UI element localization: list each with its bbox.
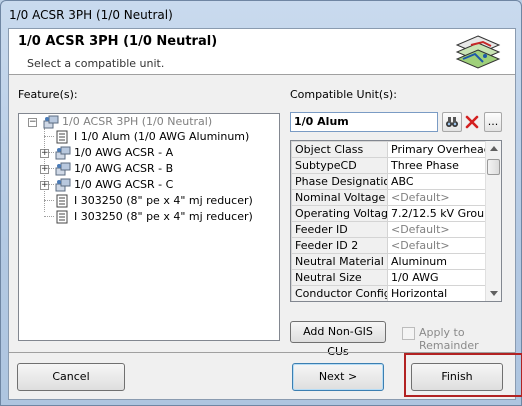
tree-item-label: I 1/0 Alum (1/0 AWG Aluminum): [74, 130, 250, 143]
tree-item-label: I 303250 (8" pe x 4" mj reducer): [74, 194, 253, 207]
properties-grid[interactable]: Object ClassPrimary Overhead E SubtypeCD…: [290, 140, 502, 302]
tree-item[interactable]: + 1/0 AWG ACSR - B: [19, 161, 279, 177]
unit-icon: [56, 130, 68, 144]
properties-scrollbar[interactable]: [485, 141, 501, 301]
finish-highlight-box: [404, 353, 522, 397]
table-row[interactable]: Nominal Voltage <Default>: [291, 189, 487, 206]
property-value[interactable]: <Default>: [387, 237, 487, 254]
table-row[interactable]: Feeder ID <Default>: [291, 221, 487, 238]
next-button[interactable]: Next >: [292, 363, 384, 391]
window-title: 1/0 ACSR 3PH (1/0 Neutral): [9, 8, 173, 22]
tree-item-label: I 303250 (8" pe x 4" mj reducer): [74, 210, 253, 223]
property-name: Phase Designation: [291, 173, 388, 190]
table-row[interactable]: SubtypeCD Three Phase: [291, 157, 487, 174]
tree-item[interactable]: I 1/0 Alum (1/0 AWG Aluminum): [19, 129, 279, 145]
property-value[interactable]: ABC: [387, 173, 487, 190]
property-value[interactable]: Primary Overhead E: [387, 141, 487, 158]
property-name: Nominal Voltage: [291, 189, 388, 206]
tree-item[interactable]: + 1/0 AWG ACSR - C: [19, 177, 279, 193]
apply-to-remainder-checkbox[interactable]: [402, 327, 415, 340]
property-value[interactable]: Aluminum: [387, 253, 487, 270]
property-name: Neutral Size: [291, 269, 388, 286]
property-name: Object Class: [291, 141, 388, 158]
tree-root-label: 1/0 ACSR 3PH (1/0 Neutral): [62, 115, 213, 128]
more-options-button[interactable]: ...: [484, 112, 502, 132]
dialog-client: 1/0 ACSR 3PH (1/0 Neutral) Select a comp…: [8, 28, 522, 400]
network-feature-icon: [55, 146, 71, 160]
tree-item-label: 1/0 AWG ACSR - B: [74, 162, 174, 175]
table-row[interactable]: Phase Designation ABC: [291, 173, 487, 190]
add-non-gis-cus-button[interactable]: Add Non-GIS CUs: [290, 321, 386, 358]
scroll-up-icon[interactable]: [490, 146, 498, 151]
table-row[interactable]: Object ClassPrimary Overhead E: [291, 141, 487, 158]
property-name: Neutral Material: [291, 253, 388, 270]
tree-item-label: 1/0 AWG ACSR - C: [74, 178, 174, 191]
clear-unit-button[interactable]: [462, 112, 482, 132]
compatible-unit-field[interactable]: 1/0 Alum: [290, 112, 438, 132]
table-row[interactable]: Feeder ID 2 <Default>: [291, 237, 487, 254]
feature-tree[interactable]: − 1/0 ACSR 3PH (1/0 Neutral) I 1/0 Alum …: [18, 113, 280, 341]
property-name: Operating Voltage: [291, 205, 388, 222]
layers-map-icon: [455, 35, 501, 69]
apply-to-remainder-label: Apply to Remainder: [419, 326, 479, 352]
unit-icon: [56, 210, 68, 224]
table-row[interactable]: Neutral Material Aluminum: [291, 253, 487, 270]
property-name: SubtypeCD: [291, 157, 388, 174]
scroll-thumb[interactable]: [487, 159, 500, 175]
tree-item-label: 1/0 AWG ACSR - A: [74, 146, 174, 159]
header-title: 1/0 ACSR 3PH (1/0 Neutral): [18, 34, 218, 49]
property-name: Feeder ID: [291, 221, 388, 238]
table-row[interactable]: Conductor ConfigurHorizontal: [291, 285, 487, 301]
wizard-header: 1/0 ACSR 3PH (1/0 Neutral) Select a comp…: [9, 29, 515, 75]
delete-x-icon: [465, 115, 479, 129]
network-feature-icon: [55, 162, 71, 176]
property-value[interactable]: 1/0 AWG: [387, 269, 487, 286]
table-row[interactable]: Operating Voltage7.2/12.5 kV Ground: [291, 205, 487, 222]
network-feature-icon: [55, 178, 71, 192]
scroll-down-icon[interactable]: [490, 291, 498, 296]
property-value[interactable]: Three Phase: [387, 157, 487, 174]
property-name: Conductor Configur: [291, 285, 388, 301]
property-value[interactable]: <Default>: [387, 189, 487, 206]
property-name: Feeder ID 2: [291, 237, 388, 254]
expand-icon[interactable]: +: [40, 149, 49, 158]
binoculars-icon: [446, 117, 458, 127]
unit-icon: [56, 194, 68, 208]
property-value[interactable]: <Default>: [387, 221, 487, 238]
properties-table: Object ClassPrimary Overhead E SubtypeCD…: [291, 141, 487, 301]
tree-root-row[interactable]: − 1/0 ACSR 3PH (1/0 Neutral): [19, 114, 279, 130]
property-value[interactable]: 7.2/12.5 kV Ground: [387, 205, 487, 222]
network-feature-icon: [43, 115, 59, 129]
dialog-window: 1/0 ACSR 3PH (1/0 Neutral) 1/0 ACSR 3PH …: [0, 0, 522, 406]
compatible-units-label: Compatible Unit(s):: [290, 88, 397, 101]
property-value[interactable]: Horizontal: [387, 285, 487, 301]
search-unit-button[interactable]: [442, 112, 462, 132]
expand-icon[interactable]: +: [40, 181, 49, 190]
features-label: Feature(s):: [18, 88, 78, 101]
tree-item[interactable]: I 303250 (8" pe x 4" mj reducer): [19, 209, 279, 225]
collapse-icon[interactable]: −: [28, 118, 37, 127]
header-subtitle: Select a compatible unit.: [27, 57, 165, 70]
tree-item[interactable]: + 1/0 AWG ACSR - A: [19, 145, 279, 161]
tree-item[interactable]: I 303250 (8" pe x 4" mj reducer): [19, 193, 279, 209]
expand-icon[interactable]: +: [40, 165, 49, 174]
table-row[interactable]: Neutral Size 1/0 AWG: [291, 269, 487, 286]
cancel-button[interactable]: Cancel: [17, 363, 125, 391]
